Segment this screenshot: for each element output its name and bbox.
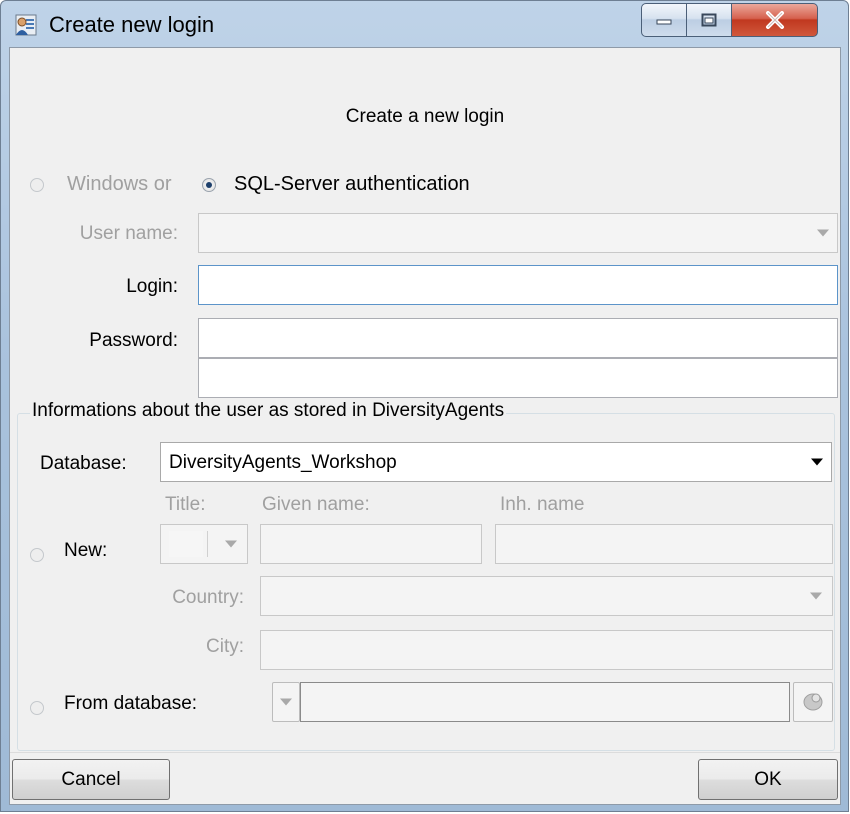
chevron-down-icon [811, 458, 823, 466]
country-label: Country: [172, 587, 244, 608]
chevron-down-icon [280, 698, 292, 706]
close-icon [765, 11, 784, 29]
minimize-icon [656, 19, 672, 25]
maximize-icon [701, 13, 717, 27]
password-label: Password: [89, 330, 178, 351]
user-name-label: User name: [79, 223, 178, 244]
new-agent-radio[interactable] [30, 548, 44, 562]
dialog-body: Create a new login Windows or SQL-Server… [9, 47, 841, 805]
maximize-button[interactable] [687, 3, 732, 37]
agents-group-title: Informations about the user as stored in… [30, 400, 507, 422]
new-agent-label: New: [64, 540, 108, 561]
database-lookup-icon [803, 693, 823, 711]
cancel-button[interactable]: Cancel [12, 759, 170, 800]
dialog-window: Create new login Create a new login Wind… [0, 0, 849, 812]
inh-name-input[interactable] [495, 524, 833, 564]
ok-button[interactable]: OK [698, 759, 838, 800]
city-input[interactable] [260, 630, 833, 670]
country-combobox[interactable] [260, 576, 833, 616]
chevron-down-icon [810, 592, 822, 600]
login-label: Login: [126, 276, 178, 297]
sql-auth-label: SQL-Server authentication [234, 173, 470, 195]
lookup-button[interactable] [793, 682, 833, 722]
inh-name-label: Inh. name [500, 494, 585, 515]
dialog-heading: Create a new login [345, 106, 505, 127]
title-combobox[interactable] [160, 524, 248, 564]
windows-auth-radio[interactable] [30, 178, 44, 192]
user-name-combobox[interactable] [198, 213, 838, 253]
from-database-label: From database: [64, 693, 198, 714]
from-database-input[interactable] [300, 682, 790, 722]
close-button[interactable] [732, 3, 818, 37]
given-name-label: Given name: [262, 494, 370, 515]
window-title: Create new login [49, 12, 215, 37]
chevron-down-icon [817, 229, 829, 237]
minimize-button[interactable] [641, 3, 687, 37]
database-label: Database: [40, 453, 127, 474]
sql-auth-radio[interactable] [202, 178, 216, 192]
city-label: City: [206, 636, 244, 657]
from-database-radio[interactable] [30, 701, 44, 715]
password-confirm-input[interactable] [198, 358, 838, 398]
title-bar[interactable]: Create new login [1, 1, 848, 47]
windows-auth-label: Windows or [67, 173, 172, 195]
database-combobox[interactable]: DiversityAgents_Workshop [160, 442, 832, 482]
password-input[interactable] [198, 318, 838, 358]
given-name-input[interactable] [260, 524, 482, 564]
user-login-icon [14, 13, 40, 37]
login-input[interactable] [198, 265, 838, 305]
from-database-dropdown-button[interactable] [272, 682, 300, 722]
chevron-down-icon [225, 540, 237, 548]
title-label: Title: [165, 494, 206, 515]
